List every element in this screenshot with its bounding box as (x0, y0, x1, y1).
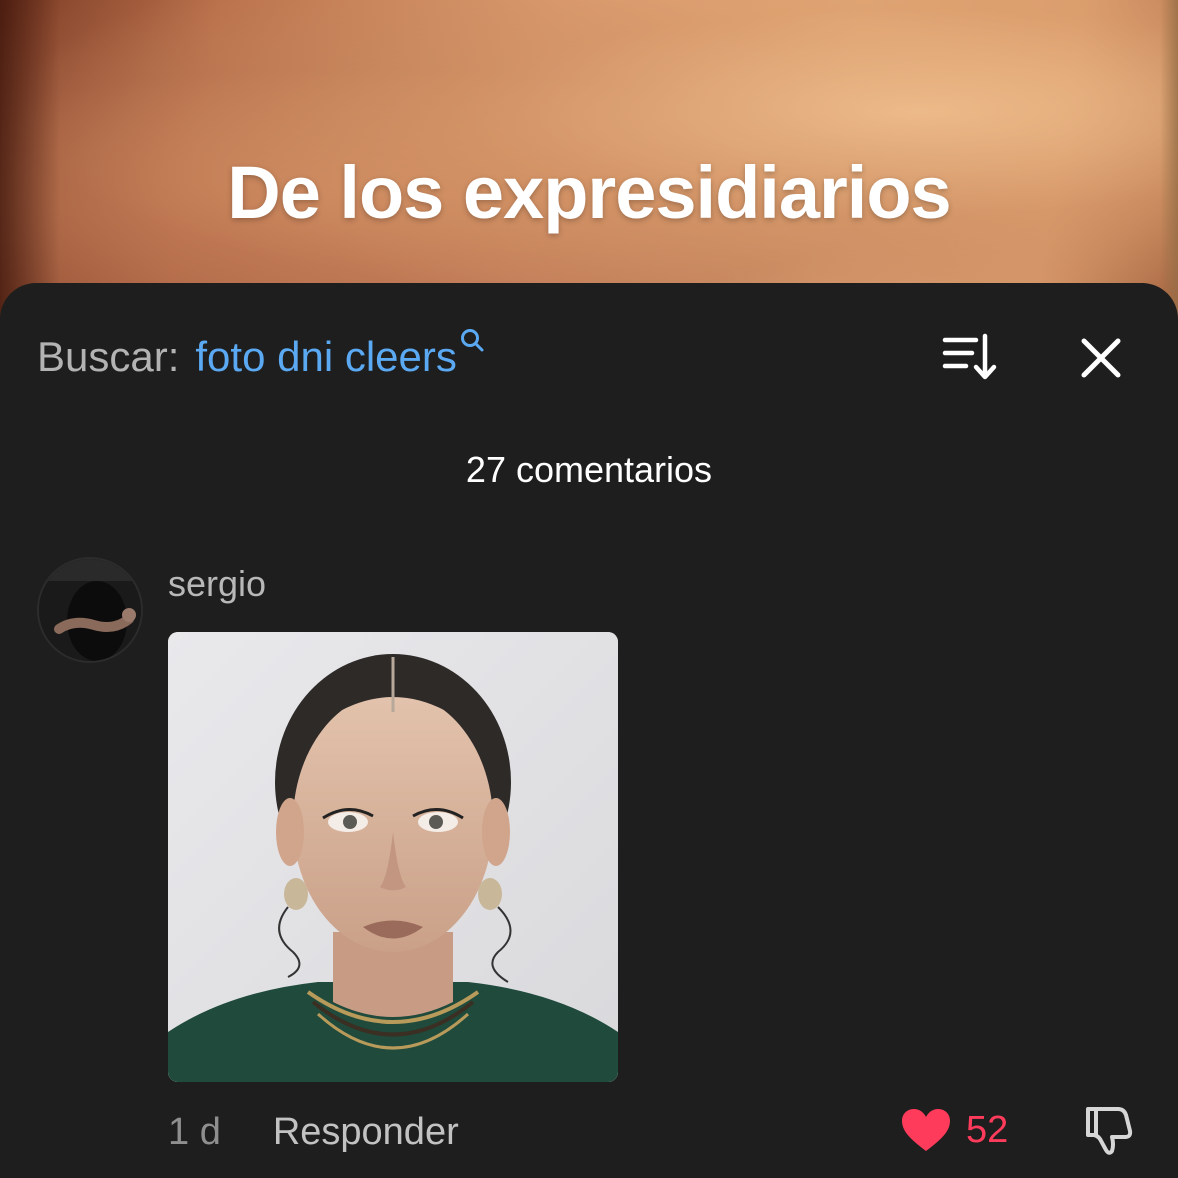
search-prefix: Buscar: (37, 333, 180, 380)
video-caption: De los expresidiarios (227, 151, 951, 234)
search-query[interactable]: foto dni cleers (195, 333, 456, 381)
comment-username[interactable]: sergio (168, 563, 266, 605)
thumbs-down-icon (1086, 1107, 1133, 1155)
comment-photo[interactable] (168, 632, 618, 1082)
comments-sheet: Buscar: foto dni cleers 27 comentarios s… (0, 283, 1178, 1178)
search-icon[interactable] (459, 315, 485, 352)
comments-count: 27 comentarios (465, 449, 713, 490)
comment-meta: 1 d Responder (168, 1111, 459, 1154)
reply-button[interactable]: Responder (273, 1111, 459, 1154)
dislike-button[interactable] (1080, 1103, 1134, 1157)
sort-button[interactable] (940, 331, 1000, 383)
search-row[interactable]: Buscar: foto dni cleers (37, 329, 485, 383)
like-count: 52 (966, 1108, 1009, 1151)
close-button[interactable] (1076, 333, 1126, 383)
like-button[interactable]: 52 (900, 1107, 1008, 1153)
close-icon (1081, 338, 1121, 378)
heart-icon (902, 1109, 950, 1151)
comment-time: 1 d (168, 1111, 221, 1153)
sort-descending-icon (942, 333, 997, 380)
avatar[interactable] (37, 557, 143, 663)
app-viewport: De los expresidiarios Buscar: foto dni c… (0, 0, 1178, 1178)
video-background[interactable]: De los expresidiarios (0, 0, 1178, 320)
